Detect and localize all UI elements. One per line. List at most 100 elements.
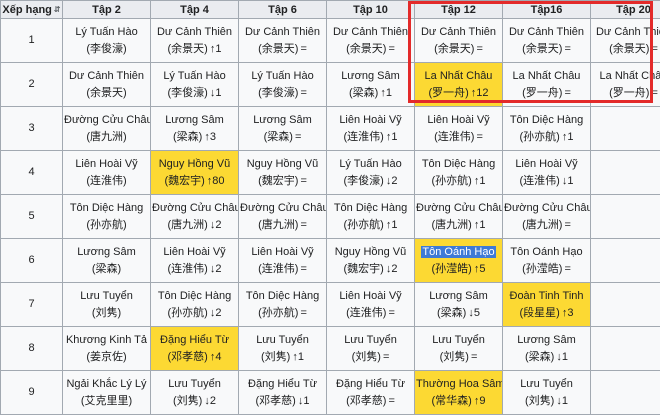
contestant-name-line[interactable]: Liên Hoài Vỹ xyxy=(64,156,149,173)
contestant-name-line[interactable]: Liên Hoài Vỹ xyxy=(504,156,589,173)
contestant-name[interactable]: Ngải Khắc Lý Lý xyxy=(66,378,146,390)
contestant-name-line[interactable]: Tôn Oánh Hạo xyxy=(416,244,501,261)
contestant-name-line[interactable]: Dư Cảnh Thiên xyxy=(504,24,589,41)
contestant-name-line[interactable]: Thường Hoa Sâm xyxy=(416,376,501,393)
contestant-name-line[interactable]: Lưu Tuyển xyxy=(504,376,589,393)
contestant-name[interactable]: Lương Sâm xyxy=(341,70,400,82)
contestant-name-line[interactable]: Dư Cảnh Thiên xyxy=(416,24,501,41)
contestant-name[interactable]: Thường Hoa Sâm xyxy=(416,378,503,390)
contestant-name-line[interactable]: Đặng Hiểu Từ xyxy=(152,332,237,349)
contestant-name[interactable]: Dư Cảnh Thiên xyxy=(333,26,408,38)
contestant-name-line[interactable]: Dư Cảnh Thiên xyxy=(64,68,149,85)
contestant-name[interactable]: Nguy Hồng Vũ xyxy=(159,158,231,170)
contestant-name[interactable]: Đường Cửu Châu xyxy=(240,202,327,214)
contestant-name[interactable]: La Nhất Châu xyxy=(600,70,660,82)
contestant-name-line[interactable]: Nguy Hồng Vũ xyxy=(240,156,325,173)
contestant-name[interactable]: Đường Cửu Châu xyxy=(416,202,503,214)
contestant-name-line[interactable]: Đường Cửu Châu xyxy=(64,112,149,129)
contestant-name-line[interactable]: Lương Sâm xyxy=(240,112,325,129)
contestant-name[interactable]: La Nhất Châu xyxy=(425,70,493,82)
contestant-name-line[interactable]: Tôn Diệc Hàng xyxy=(328,200,413,217)
contestant-name[interactable]: Liên Hoài Vỹ xyxy=(251,246,313,258)
contestant-name-line[interactable]: Dư Cảnh Thiên xyxy=(592,24,660,41)
contestant-name[interactable]: Tôn Diệc Hàng xyxy=(422,158,495,170)
contestant-name-line[interactable]: Lưu Tuyển xyxy=(64,288,149,305)
contestant-name[interactable]: Tôn Diệc Hàng xyxy=(246,290,319,302)
sort-icon[interactable]: ⇵ xyxy=(54,5,61,14)
contestant-name-line[interactable]: Lý Tuấn Hào xyxy=(152,68,237,85)
contestant-name[interactable]: Đặng Hiểu Từ xyxy=(336,378,405,390)
contestant-name-line[interactable]: Lưu Tuyển xyxy=(328,332,413,349)
contestant-name-line[interactable]: Lưu Tuyển xyxy=(240,332,325,349)
contestant-name-line[interactable]: Dư Cảnh Thiên xyxy=(152,24,237,41)
column-header-episode[interactable]: Tập 4 xyxy=(151,1,239,19)
contestant-name[interactable]: Lưu Tuyển xyxy=(432,334,485,346)
contestant-name-line[interactable]: Đoàn Tinh Tinh xyxy=(504,288,589,305)
contestant-name-line[interactable]: Khương Kinh Tả xyxy=(64,332,149,349)
contestant-name-line[interactable]: Đường Cửu Châu xyxy=(416,200,501,217)
contestant-name[interactable]: Lưu Tuyển xyxy=(256,334,309,346)
contestant-name-line[interactable]: Đường Cửu Châu xyxy=(240,200,325,217)
contestant-name[interactable]: Liên Hoài Vỹ xyxy=(515,158,577,170)
column-header-episode[interactable]: Tập 2 xyxy=(63,1,151,19)
column-header-episode[interactable]: Tập 12 xyxy=(415,1,503,19)
contestant-name[interactable]: Tôn Diệc Hàng xyxy=(510,114,583,126)
contestant-name-line[interactable]: Liên Hoài Vỹ xyxy=(152,244,237,261)
contestant-name[interactable]: Lý Tuấn Hào xyxy=(339,158,401,170)
contestant-name[interactable]: Nguy Hồng Vũ xyxy=(247,158,319,170)
contestant-name[interactable]: Lý Tuấn Hào xyxy=(251,70,313,82)
contestant-name[interactable]: Liên Hoài Vỹ xyxy=(427,114,489,126)
contestant-name-line[interactable]: Lương Sâm xyxy=(328,68,413,85)
column-header-episode[interactable]: Tập 20 xyxy=(591,1,660,19)
contestant-name-line[interactable]: La Nhất Châu xyxy=(592,68,660,85)
contestant-name-line[interactable]: Tôn Diệc Hàng xyxy=(504,112,589,129)
contestant-name-line[interactable]: Đường Cửu Châu xyxy=(504,200,589,217)
contestant-name[interactable]: Lương Sâm xyxy=(429,290,488,302)
contestant-name-line[interactable]: Tôn Diệc Hàng xyxy=(152,288,237,305)
contestant-name-line[interactable]: La Nhất Châu xyxy=(504,68,589,85)
contestant-name[interactable]: Dư Cảnh Thiên xyxy=(69,70,144,82)
contestant-name[interactable]: Đoàn Tinh Tinh xyxy=(510,290,584,302)
contestant-name-line[interactable]: Tôn Diệc Hàng xyxy=(240,288,325,305)
contestant-name[interactable]: Đặng Hiểu Từ xyxy=(160,334,229,346)
contestant-name-line[interactable]: Lý Tuấn Hào xyxy=(64,24,149,41)
contestant-name[interactable]: Lưu Tuyển xyxy=(80,290,133,302)
contestant-name[interactable]: Dư Cảnh Thiên xyxy=(509,26,584,38)
contestant-name[interactable]: Đặng Hiểu Từ xyxy=(248,378,317,390)
column-header-episode[interactable]: Tập16 xyxy=(503,1,591,19)
contestant-name[interactable]: Dư Cảnh Thiên xyxy=(157,26,232,38)
contestant-name-line[interactable]: Đặng Hiểu Từ xyxy=(240,376,325,393)
contestant-name-line[interactable]: La Nhất Châu xyxy=(416,68,501,85)
contestant-name[interactable]: Tôn Oánh Hạo xyxy=(421,246,495,258)
contestant-name-line[interactable]: Lưu Tuyển xyxy=(152,376,237,393)
contestant-name[interactable]: Liên Hoài Vỹ xyxy=(163,246,225,258)
contestant-name[interactable]: Lưu Tuyển xyxy=(344,334,397,346)
contestant-name[interactable]: Nguy Hồng Vũ xyxy=(335,246,407,258)
contestant-name[interactable]: Đường Cửu Châu xyxy=(504,202,591,214)
contestant-name-line[interactable]: Lương Sâm xyxy=(152,112,237,129)
contestant-name[interactable]: Đường Cửu Châu xyxy=(152,202,239,214)
contestant-name-line[interactable]: Ngải Khắc Lý Lý xyxy=(64,376,149,393)
contestant-name-line[interactable]: Lương Sâm xyxy=(64,244,149,261)
contestant-name-line[interactable]: Đặng Hiểu Từ xyxy=(328,376,413,393)
column-header-episode[interactable]: Tập 10 xyxy=(327,1,415,19)
contestant-name[interactable]: Lương Sâm xyxy=(253,114,312,126)
contestant-name[interactable]: Lưu Tuyển xyxy=(520,378,573,390)
contestant-name[interactable]: Dư Cảnh Thiên xyxy=(596,26,660,38)
contestant-name-line[interactable]: Liên Hoài Vỹ xyxy=(416,112,501,129)
contestant-name[interactable]: Lưu Tuyển xyxy=(168,378,221,390)
contestant-name-line[interactable]: Dư Cảnh Thiên xyxy=(328,24,413,41)
contestant-name[interactable]: Khương Kinh Tả xyxy=(66,334,147,346)
contestant-name[interactable]: Lương Sâm xyxy=(77,246,136,258)
contestant-name-line[interactable]: Lương Sâm xyxy=(416,288,501,305)
contestant-name-line[interactable]: Đường Cửu Châu xyxy=(152,200,237,217)
contestant-name-line[interactable]: Liên Hoài Vỹ xyxy=(328,288,413,305)
contestant-name[interactable]: Liên Hoài Vỹ xyxy=(75,158,137,170)
contestant-name[interactable]: Dư Cảnh Thiên xyxy=(245,26,320,38)
contestant-name[interactable]: Tôn Diệc Hàng xyxy=(70,202,143,214)
contestant-name-line[interactable]: Dư Cảnh Thiên xyxy=(240,24,325,41)
contestant-name[interactable]: Tôn Diệc Hàng xyxy=(334,202,407,214)
contestant-name[interactable]: Liên Hoài Vỹ xyxy=(339,114,401,126)
contestant-name[interactable]: Đường Cửu Châu xyxy=(64,114,151,126)
contestant-name-line[interactable]: Nguy Hồng Vũ xyxy=(328,244,413,261)
